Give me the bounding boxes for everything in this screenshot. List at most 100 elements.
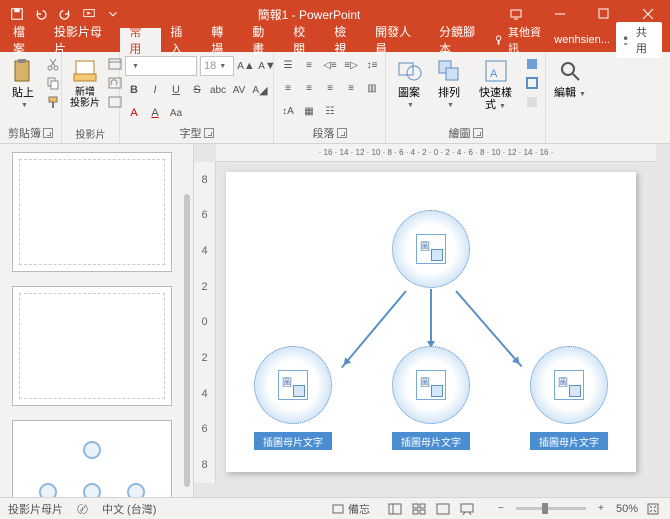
connector-1[interactable] <box>341 290 407 368</box>
tab-developer[interactable]: 開發人員 <box>366 28 430 52</box>
shape-outline-button[interactable] <box>523 74 541 92</box>
tab-review[interactable]: 校閱 <box>284 28 325 52</box>
zoom-in-button[interactable]: + <box>592 500 610 518</box>
tab-animations[interactable]: 動畫 <box>243 28 284 52</box>
grow-font-button[interactable]: A▲ <box>237 57 255 75</box>
slide-editor[interactable]: · 16 · 14 · 12 · 10 · 8 · 6 · 4 · 2 · 0 … <box>194 144 670 497</box>
highlight-button[interactable]: A <box>125 104 143 122</box>
svg-text:A: A <box>490 68 498 80</box>
paragraph-launcher[interactable] <box>337 128 347 138</box>
picture-placeholder-icon[interactable] <box>416 370 446 400</box>
align-right-button[interactable]: ≡ <box>321 79 339 97</box>
shape-fill-button[interactable] <box>523 55 541 73</box>
status-language[interactable]: 中文 (台灣) <box>102 501 156 517</box>
drawing-label: 繪圖 <box>449 125 471 141</box>
fit-window-button[interactable] <box>644 500 662 518</box>
zoom-out-button[interactable]: − <box>492 500 510 518</box>
quick-styles-button[interactable]: A 快速樣式▼ <box>470 55 521 113</box>
status-lang-icon: 〄 <box>77 501 88 517</box>
copy-button[interactable] <box>44 74 62 92</box>
tab-view[interactable]: 檢視 <box>325 28 366 52</box>
sorter-view-button[interactable] <box>408 500 430 518</box>
shapes-button[interactable]: 圖案▼ <box>390 55 428 112</box>
cut-button[interactable] <box>44 55 62 73</box>
format-painter-button[interactable] <box>44 93 62 111</box>
paste-button[interactable]: 貼上▼ <box>4 55 42 112</box>
status-view: 投影片母片 <box>8 501 63 517</box>
shadow-button[interactable]: abc <box>209 81 227 99</box>
columns-button[interactable]: ▥ <box>363 79 381 97</box>
smartart-button[interactable]: ☷ <box>321 102 339 120</box>
bullets-button[interactable]: ☰ <box>279 56 297 74</box>
slide-canvas[interactable]: 插圖母片文字 插圖母片文字 插圖母片文字 <box>226 172 636 472</box>
text-direction-button[interactable]: ↕A <box>279 102 297 120</box>
diagram-node-1[interactable] <box>254 346 332 424</box>
justify-button[interactable]: ≡ <box>342 79 360 97</box>
zoom-slider[interactable] <box>516 507 586 510</box>
drawing-launcher[interactable] <box>473 128 483 138</box>
slides-label: 投影片 <box>66 125 115 143</box>
normal-view-button[interactable] <box>384 500 406 518</box>
reading-view-button[interactable] <box>432 500 454 518</box>
new-slide-button[interactable]: 新增 投影片 <box>66 55 104 111</box>
clipboard-label: 剪貼簿 <box>8 125 41 141</box>
master-thumb-1[interactable] <box>12 152 172 272</box>
window-title: 簡報1 - PowerPoint <box>124 6 494 23</box>
indent-dec-button[interactable]: ◁≡ <box>321 56 339 74</box>
connector-2[interactable] <box>430 289 432 351</box>
picture-placeholder-icon[interactable] <box>278 370 308 400</box>
slideshow-view-button[interactable] <box>456 500 478 518</box>
change-case-button[interactable]: Aa <box>167 104 185 122</box>
clear-format-button[interactable]: A◢ <box>251 81 269 99</box>
diagram-node-2[interactable] <box>392 346 470 424</box>
italic-button[interactable]: I <box>146 81 164 99</box>
connector-3[interactable] <box>455 290 522 367</box>
notes-button[interactable]: 備忘 <box>332 501 370 517</box>
zoom-level[interactable]: 50% <box>616 503 638 515</box>
tab-home[interactable]: 常用 <box>120 28 161 52</box>
save-button[interactable] <box>6 3 28 25</box>
spacing-button[interactable]: AV <box>230 81 248 99</box>
slideshow-button[interactable] <box>78 3 100 25</box>
shape-effects-button[interactable] <box>523 93 541 111</box>
tab-transitions[interactable]: 轉場 <box>202 28 243 52</box>
diagram-node-top[interactable] <box>392 210 470 288</box>
horizontal-ruler: · 16 · 14 · 12 · 10 · 8 · 6 · 4 · 2 · 0 … <box>216 144 656 162</box>
qat-customize-icon[interactable] <box>102 3 124 25</box>
paragraph-label: 段落 <box>313 125 335 141</box>
indent-inc-button[interactable]: ≡▷ <box>342 56 360 74</box>
numbering-button[interactable]: ≡ <box>300 56 318 74</box>
slide-thumbnail-pane[interactable] <box>0 144 194 497</box>
font-name-combo[interactable]: ▼ <box>125 56 197 76</box>
align-left-button[interactable]: ≡ <box>279 79 297 97</box>
diagram-label-2[interactable]: 插圖母片文字 <box>392 432 470 450</box>
clipboard-launcher[interactable] <box>43 128 53 138</box>
underline-button[interactable]: U <box>167 81 185 99</box>
strike-button[interactable]: S <box>188 81 206 99</box>
tab-insert[interactable]: 插入 <box>161 28 202 52</box>
diagram-label-1[interactable]: 插圖母片文字 <box>254 432 332 450</box>
diagram-label-3[interactable]: 插圖母片文字 <box>530 432 608 450</box>
font-color-button[interactable]: A <box>146 104 164 122</box>
tab-file[interactable]: 檔案 <box>4 28 45 52</box>
editing-button[interactable]: 編輯▼ <box>550 55 590 101</box>
share-button[interactable]: 共用 <box>616 22 662 58</box>
font-launcher[interactable] <box>204 128 214 138</box>
align-center-button[interactable]: ≡ <box>300 79 318 97</box>
undo-button[interactable] <box>30 3 52 25</box>
layout-thumb-2[interactable] <box>12 420 172 497</box>
line-spacing-button[interactable]: ↕≡ <box>363 56 381 74</box>
bold-button[interactable]: B <box>125 81 143 99</box>
redo-button[interactable] <box>54 3 76 25</box>
user-name[interactable]: wenhsien... <box>554 34 610 46</box>
tab-storyboard[interactable]: 分鏡腳本 <box>430 28 494 52</box>
arrange-button[interactable]: 排列▼ <box>430 55 468 112</box>
layout-thumb-1[interactable] <box>12 286 172 406</box>
diagram-node-3[interactable] <box>530 346 608 424</box>
align-text-button[interactable]: ▦ <box>300 102 318 120</box>
picture-placeholder-icon[interactable] <box>554 370 584 400</box>
vertical-ruler: 864202468 <box>194 162 216 483</box>
picture-placeholder-icon[interactable] <box>416 234 446 264</box>
font-size-combo[interactable]: 18▼ <box>200 56 234 76</box>
tab-slide-master[interactable]: 投影片母片 <box>45 28 120 52</box>
